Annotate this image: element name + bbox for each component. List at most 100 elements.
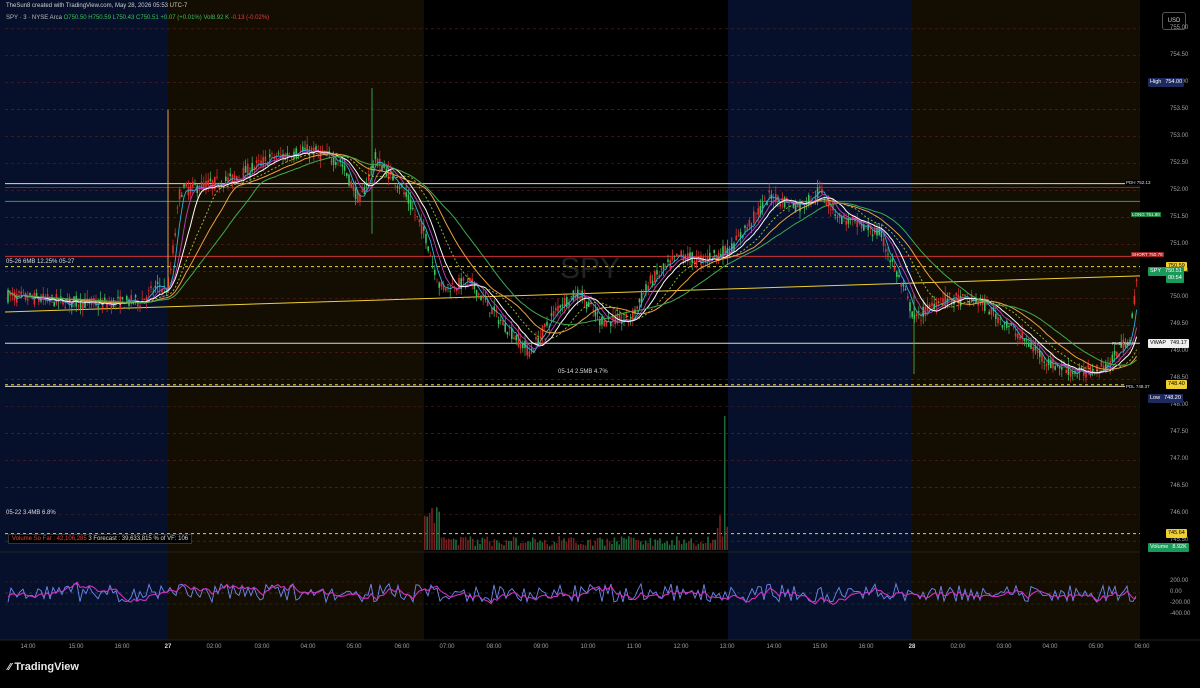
candle-body	[757, 208, 759, 215]
y-tick-label: 753.00	[1170, 132, 1189, 139]
price-tag: 00:54	[1166, 274, 1184, 284]
candle-body	[513, 337, 515, 340]
volume-bar	[647, 542, 649, 550]
volume-bar	[464, 537, 467, 550]
symbol-label[interactable]: SPY · 3 · NYSE Arca	[6, 15, 62, 21]
candle-body	[1001, 325, 1004, 328]
candle-body	[667, 259, 669, 262]
level-label-3: 05-22 3.4MB 6.8%	[6, 510, 56, 516]
x-tick-label: 14:00	[766, 644, 782, 650]
volume-bar	[450, 539, 452, 550]
volume-bar	[726, 526, 728, 550]
candle-body	[280, 154, 282, 156]
candle-body	[445, 288, 447, 291]
candle-body	[898, 274, 900, 277]
tradingview-logo[interactable]: ⁄⁄ TradingView	[8, 661, 79, 673]
volume-bar	[685, 542, 688, 550]
candle-body	[370, 166, 372, 169]
candle-body	[1113, 350, 1116, 356]
volume-bar	[520, 543, 522, 550]
volume-bar	[596, 538, 599, 550]
x-tick-label: 05:00	[1088, 644, 1104, 650]
candle-body	[418, 219, 421, 223]
candle-body	[748, 219, 751, 227]
y-tick-label: 751.00	[1170, 240, 1189, 247]
price-tag-value: 754.00	[1165, 79, 1183, 86]
volume-bar	[680, 544, 683, 550]
osc-tick-label: -400.00	[1170, 611, 1191, 617]
volume-bar	[623, 537, 625, 550]
candle-body	[940, 297, 942, 299]
price-tag-label: Low	[1150, 395, 1161, 402]
candle-body	[995, 314, 997, 319]
volume-bar	[491, 545, 493, 550]
volume-bar	[616, 541, 618, 550]
candle-body	[38, 300, 40, 302]
volume-bar	[529, 541, 532, 550]
volume-bar	[568, 538, 570, 550]
y-tick-label: 751.50	[1170, 213, 1189, 220]
candle-body	[203, 182, 205, 187]
candle-body	[141, 298, 143, 300]
volume-bar	[572, 538, 575, 550]
candle-body	[750, 224, 753, 226]
volume-bar	[673, 544, 676, 550]
volume-bar	[563, 538, 565, 550]
candle-body	[678, 254, 680, 256]
candle-body	[601, 316, 603, 325]
candle-body	[764, 197, 766, 199]
candle-body	[768, 190, 770, 193]
volume-bar	[527, 541, 529, 550]
chart-stage[interactable]: SPY	[0, 0, 1200, 683]
volume-bar	[498, 542, 500, 550]
candle-body	[896, 271, 898, 278]
volume-bar	[635, 539, 637, 550]
candle-body	[1032, 346, 1034, 352]
candle-body	[1045, 364, 1048, 367]
candle-body	[539, 336, 542, 338]
candle-body	[264, 156, 267, 162]
candle-body	[126, 296, 128, 301]
candle-body	[291, 158, 293, 160]
candle-body	[649, 275, 652, 283]
candle-body	[462, 277, 465, 281]
candle-body	[1131, 313, 1133, 318]
candle-body	[361, 190, 363, 193]
candle-body	[22, 291, 25, 293]
candle-body	[269, 154, 271, 158]
price-tag-value: 8.92K	[1172, 543, 1187, 550]
low-value: L750.43	[112, 15, 135, 21]
short-mini-label: SHORT 750.78	[1131, 252, 1164, 257]
x-tick-label: 06:00	[394, 644, 410, 650]
volume-bar	[570, 537, 572, 550]
candle-body	[907, 296, 909, 299]
candle-body	[871, 234, 874, 237]
volume-bar	[546, 544, 548, 550]
candle-body	[304, 147, 306, 150]
volume-bar	[565, 541, 568, 550]
bottom-bar-bg	[0, 640, 1200, 683]
candle-body	[561, 304, 564, 307]
candle-body	[451, 283, 454, 285]
volume-bar	[625, 539, 628, 550]
volume-bar	[455, 539, 457, 550]
candle-body	[755, 213, 757, 214]
x-tick-label: 15:00	[812, 644, 828, 650]
candle-body	[812, 192, 814, 193]
price-chart[interactable]: SPY	[0, 0, 1200, 683]
volume-bar	[428, 513, 431, 550]
y-tick-label: 747.00	[1170, 456, 1189, 463]
candle-body	[143, 298, 146, 301]
symbol-legend[interactable]: SPY · 3 · NYSE Arca O750.50 H750.59 L750…	[6, 15, 269, 21]
candle-body	[1065, 369, 1067, 374]
volume-bar	[517, 545, 520, 550]
candle-body	[343, 165, 346, 171]
candle-body	[7, 290, 9, 303]
candle-body	[570, 296, 572, 297]
session-band	[912, 0, 1140, 640]
candle-body	[330, 161, 333, 162]
candle-body	[841, 216, 843, 225]
candle-body	[603, 320, 605, 327]
candle-body	[242, 167, 245, 179]
candle-body	[335, 162, 337, 166]
